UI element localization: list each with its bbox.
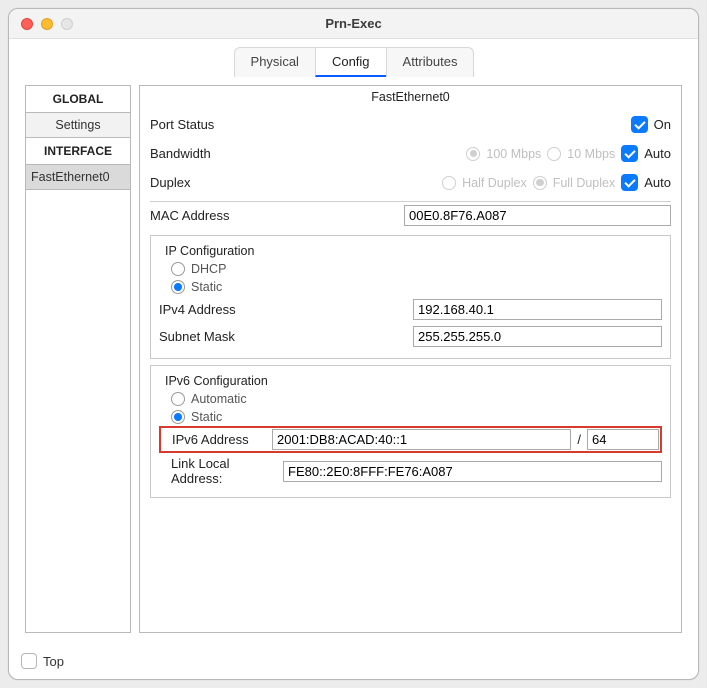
app-window: Prn-Exec Physical Config Attributes GLOB… bbox=[8, 8, 699, 680]
bandwidth-10-radio bbox=[547, 147, 561, 161]
row-bandwidth: Bandwidth 100 Mbps 10 Mbps Auto bbox=[150, 139, 671, 168]
panel-title: FastEthernet0 bbox=[150, 86, 671, 110]
duplex-auto-label: Auto bbox=[644, 175, 671, 190]
tab-config[interactable]: Config bbox=[315, 47, 387, 77]
port-status-on-label: On bbox=[654, 117, 671, 132]
ipv4-address-label: IPv4 Address bbox=[159, 302, 407, 317]
top-label: Top bbox=[43, 654, 64, 669]
bandwidth-100-label: 100 Mbps bbox=[486, 147, 541, 161]
bandwidth-auto-label: Auto bbox=[644, 146, 671, 161]
ipv6-address-input[interactable] bbox=[272, 429, 571, 450]
tab-attributes[interactable]: Attributes bbox=[386, 47, 475, 77]
ipv6-automatic-radio[interactable] bbox=[171, 392, 185, 406]
ip-static-label: Static bbox=[191, 280, 222, 294]
sidebar-item-fastethernet0[interactable]: FastEthernet0 bbox=[26, 165, 130, 190]
bandwidth-10-label: 10 Mbps bbox=[567, 147, 615, 161]
duplex-half-label: Half Duplex bbox=[462, 176, 527, 190]
ip-configuration-group: IP Configuration DHCP Static IPv4 Addres… bbox=[150, 235, 671, 359]
row-duplex: Duplex Half Duplex Full Duplex Auto bbox=[150, 168, 671, 197]
window-title: Prn-Exec bbox=[9, 16, 698, 31]
link-local-input[interactable] bbox=[283, 461, 662, 482]
row-port-status: Port Status On bbox=[150, 110, 671, 139]
ipv6-prefix-slash: / bbox=[577, 432, 581, 447]
bandwidth-auto-checkbox[interactable] bbox=[621, 145, 638, 162]
titlebar: Prn-Exec bbox=[9, 9, 698, 39]
ip-dhcp-radio[interactable] bbox=[171, 262, 185, 276]
ip-static-radio[interactable] bbox=[171, 280, 185, 294]
bandwidth-100-radio bbox=[466, 147, 480, 161]
duplex-auto-checkbox[interactable] bbox=[621, 174, 638, 191]
ipv6-configuration-group: IPv6 Configuration Automatic Static IPv6… bbox=[150, 365, 671, 498]
duplex-label: Duplex bbox=[150, 175, 315, 190]
link-local-label: Link Local Address: bbox=[171, 456, 277, 486]
sidebar-item-settings[interactable]: Settings bbox=[26, 113, 130, 138]
body: GLOBAL Settings INTERFACE FastEthernet0 … bbox=[21, 77, 686, 637]
sidebar-header-global: GLOBAL bbox=[26, 86, 130, 113]
sidebar: GLOBAL Settings INTERFACE FastEthernet0 bbox=[25, 85, 131, 633]
duplex-full-radio bbox=[533, 176, 547, 190]
port-status-checkbox[interactable] bbox=[631, 116, 648, 133]
ipv6-automatic-label: Automatic bbox=[191, 392, 247, 406]
sidebar-header-interface: INTERFACE bbox=[26, 138, 130, 165]
tab-physical[interactable]: Physical bbox=[234, 47, 316, 77]
subnet-mask-input[interactable] bbox=[413, 326, 662, 347]
ipv6-static-label: Static bbox=[191, 410, 222, 424]
bandwidth-label: Bandwidth bbox=[150, 146, 315, 161]
duplex-full-label: Full Duplex bbox=[553, 176, 616, 190]
ipv4-address-input[interactable] bbox=[413, 299, 662, 320]
content-area: Physical Config Attributes GLOBAL Settin… bbox=[9, 39, 698, 645]
ipv6-prefix-input[interactable] bbox=[587, 429, 659, 450]
subnet-mask-label: Subnet Mask bbox=[159, 329, 407, 344]
top-checkbox[interactable] bbox=[21, 653, 37, 669]
ip-dhcp-label: DHCP bbox=[191, 262, 226, 276]
duplex-half-radio bbox=[442, 176, 456, 190]
mac-address-label: MAC Address bbox=[150, 208, 398, 223]
ipv6-static-radio[interactable] bbox=[171, 410, 185, 424]
footer: Top bbox=[9, 645, 698, 679]
ipv6-address-label: IPv6 Address bbox=[172, 432, 266, 447]
ipv6-configuration-title: IPv6 Configuration bbox=[159, 370, 662, 390]
row-mac-address: MAC Address bbox=[150, 202, 671, 229]
tab-bar: Physical Config Attributes bbox=[21, 47, 686, 77]
config-panel: FastEthernet0 Port Status On Bandwidth 1… bbox=[139, 85, 682, 633]
ip-configuration-title: IP Configuration bbox=[159, 240, 662, 260]
ipv6-address-highlight: IPv6 Address / bbox=[159, 426, 662, 453]
mac-address-input[interactable] bbox=[404, 205, 671, 226]
port-status-label: Port Status bbox=[150, 117, 315, 132]
